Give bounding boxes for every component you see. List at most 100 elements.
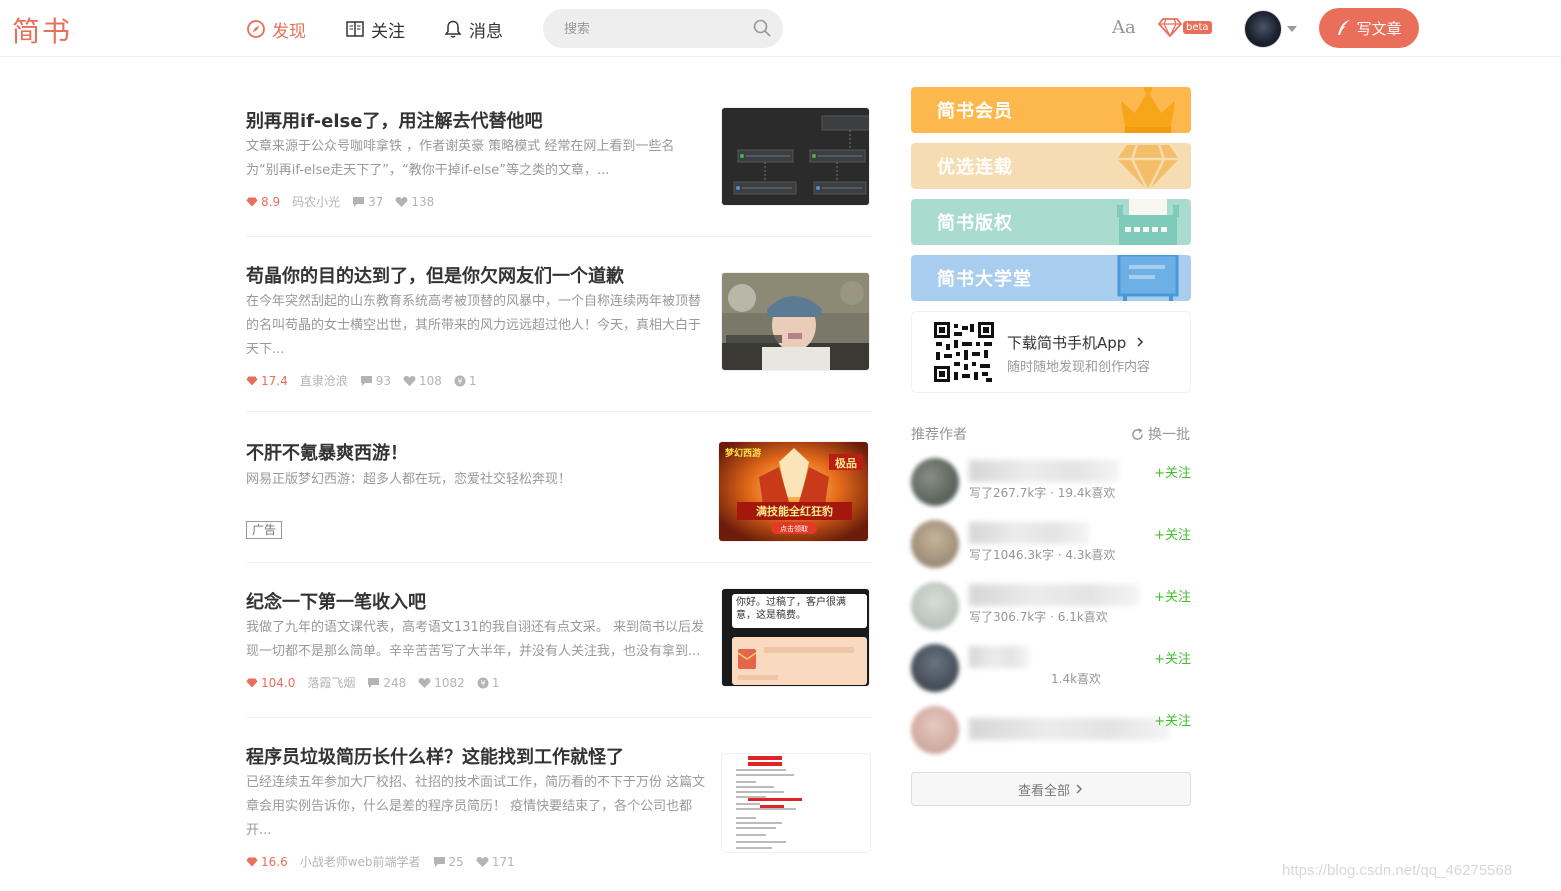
article-thumbnail[interactable]: 你好。过稿了，客户很满意，这是稿费。 [721,588,870,687]
author-name-blurred[interactable] [969,584,1139,606]
recommended-author: 写了267.7k字 · 19.4k喜欢 +关注 [911,456,1191,508]
see-all-button[interactable]: 查看全部 [911,772,1191,806]
ad-title[interactable]: 不肝不氪暴爽西游！ [246,439,408,465]
beta-diamond-button[interactable]: beta [1158,17,1212,37]
comment-icon [368,677,380,688]
article-title[interactable]: 程序员垃圾简历长什么样？这能找到工作就怪了 [246,743,624,769]
article-thumbnail[interactable] [721,107,870,206]
author-avatar[interactable] [911,582,959,630]
article-comments[interactable]: 25 [433,855,464,869]
ad-item: 不肝不氪暴爽西游！ 网易正版梦幻西游：超多人都在玩，恋爱社交轻松奔现！ 广告 极… [246,425,872,563]
article-author[interactable]: 直隶沧浪 [300,372,348,389]
chevron-down-icon[interactable] [1287,26,1297,32]
svg-text:梦幻西游: 梦幻西游 [725,447,761,459]
follow-button[interactable]: +关注 [1154,524,1191,543]
article-meta: 8.9 码农小光 37 138 [246,193,446,210]
author-stats: 写了306.7k字 · 6.1k喜欢 [969,610,1108,624]
diamond-icon [246,857,258,866]
banner-jianshu-university[interactable]: 简书大学堂 [911,255,1191,301]
nav-discover-label: 发现 [272,21,306,42]
author-name-blurred[interactable] [969,460,1119,482]
article-abstract: 在今年突然刮起的山东教育系统高考被顶替的风暴中，一个自称连续两年被顶替的名叫苟晶… [246,294,702,357]
download-subtitle: 随时随地发现和创作内容 [1007,360,1151,375]
article-author[interactable]: 落霞飞烟 [307,674,355,691]
article-thumbnail[interactable] [721,272,870,371]
article-likes: 138 [395,195,434,209]
beta-badge: beta [1183,20,1212,34]
write-article-button[interactable]: 写文章 [1319,8,1419,48]
follow-button[interactable]: +关注 [1154,462,1191,481]
heart-icon [403,375,416,386]
chevron-right-icon [1076,784,1083,794]
article-likes: 1082 [418,676,465,690]
article-item: 程序员垃圾简历长什么样？这能找到工作就怪了 已经连续五年参加大厂校招、社招的技术… [246,731,872,891]
article-comments[interactable]: 248 [367,676,406,690]
article-rewards: ¥ 1 [454,374,477,388]
banner-featured-serials[interactable]: 优选连载 [911,143,1191,189]
article-title[interactable]: 别再用if-else了，用注解去代替他吧 [246,107,542,133]
font-setting-button[interactable]: Aa [1112,17,1136,38]
top-navbar: 简书 发现 关注 消息 Aa beta 写文章 [0,0,1561,57]
ad-banner-image[interactable]: 极品 梦幻西游 满技能全红狂豹 点击领取 [718,441,869,542]
article-meta: 16.6 小战老师web前端学者 25 171 [246,853,527,870]
feather-pen-icon [1338,20,1351,35]
author-name-blurred[interactable] [969,718,1169,740]
banner-label: 简书大学堂 [937,269,1032,290]
refresh-icon [1132,427,1143,440]
author-stats: 1.4k喜欢 [1051,672,1102,686]
author-stats: 写了267.7k字 · 19.4k喜欢 [969,486,1116,500]
article-comments[interactable]: 37 [352,195,383,209]
svg-text:点击领取: 点击领取 [780,524,808,533]
author-avatar[interactable] [911,706,959,754]
diamond-icon [246,376,258,385]
article-title[interactable]: 纪念一下第一笔收入吧 [246,588,426,614]
follow-button[interactable]: +关注 [1154,586,1191,605]
nav-messages[interactable]: 消息 [443,16,503,42]
typewriter-icon [1117,199,1179,245]
author-name-blurred[interactable] [969,522,1089,544]
article-title[interactable]: 苟晶你的目的达到了，但是你欠网友们一个道歉 [246,262,624,288]
search-icon[interactable] [752,18,772,38]
article-score: 17.4 [246,374,288,388]
article-item: 苟晶你的目的达到了，但是你欠网友们一个道歉 在今年突然刮起的山东教育系统高考被顶… [246,250,872,412]
nav-messages-label: 消息 [469,21,503,42]
search-input[interactable] [564,19,744,39]
article-author[interactable]: 码农小光 [292,193,340,210]
nav-discover[interactable]: 发现 [246,16,306,42]
nav-follow[interactable]: 关注 [345,16,405,42]
banner-label: 简书版权 [937,213,1013,234]
game-ad-art: 极品 梦幻西游 满技能全红狂豹 点击领取 [719,442,868,541]
code-diagram-image [722,108,869,205]
svg-text:极品: 极品 [835,456,857,470]
author-avatar[interactable] [911,520,959,568]
download-title: 下载简书手机App [1007,332,1145,353]
source-watermark: https://blog.csdn.net/qq_46275568 [1282,862,1513,879]
diamond-icon [1158,18,1182,37]
article-author[interactable]: 小战老师web前端学者 [300,853,421,870]
recommended-author: 1.4k喜欢 +关注 [911,642,1191,694]
heart-icon [418,677,431,688]
author-name-blurred[interactable] [969,646,1029,668]
svg-text:¥: ¥ [457,377,462,386]
article-thumbnail[interactable] [721,753,871,853]
follow-button[interactable]: +关注 [1154,648,1191,667]
banner-copyright[interactable]: 简书版权 [911,199,1191,245]
heart-icon [395,196,408,207]
jianshu-logo[interactable]: 简书 [12,10,72,50]
author-avatar[interactable] [911,644,959,692]
crown-icon [1121,87,1175,133]
article-abstract: 文章来源于公众号咖啡拿铁 ，作者谢英豪 策略模式 经常在网上看到一些名为“别再i… [246,139,675,178]
article-abstract: 我做了九年的语文课代表，高考语文131的我自诩还有点文采。 来到简书以后发现一切… [246,620,704,659]
follow-button[interactable]: +关注 [1154,710,1191,729]
comment-icon [360,375,372,386]
heart-icon [476,856,489,867]
user-avatar[interactable] [1244,10,1282,48]
book-icon [346,21,364,37]
compass-icon [247,20,265,38]
banner-vip-membership[interactable]: 简书会员 [911,87,1191,133]
download-app-card[interactable]: 下载简书手机App 随时随地发现和创作内容 [911,311,1191,393]
blackboard-icon [1117,255,1179,301]
author-avatar[interactable] [911,458,959,506]
article-comments[interactable]: 93 [360,374,391,388]
switch-batch-button[interactable]: 换一批 [1131,424,1190,444]
